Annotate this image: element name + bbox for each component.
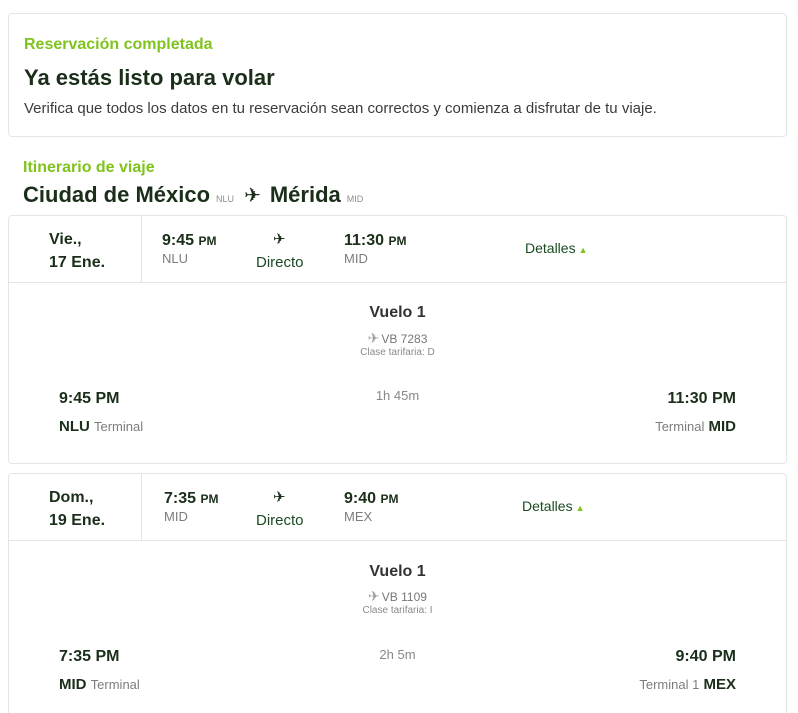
segment-date: Vie., 17 Ene.	[9, 216, 142, 283]
airplane-icon: ✈	[273, 489, 286, 506]
fare-class: Clase tarifaria: D	[360, 347, 435, 358]
confirmation-title: Ya estás listo para volar	[24, 65, 275, 90]
origin-airport: MID Terminal	[59, 676, 140, 693]
segment-date-label: 17 Ene.	[49, 254, 106, 271]
arrival-time: 9:40 PM	[344, 490, 399, 507]
origin-city: Ciudad de México	[23, 182, 211, 207]
airplane-icon: ✈	[244, 185, 261, 207]
flight-segment-1: Vie., 17 Ene. 9:45 PM NLU ✈ Directo 11:3…	[8, 215, 787, 464]
airplane-icon: ✈	[367, 330, 380, 346]
airplane-icon: ✈	[273, 231, 286, 248]
flight-duration: 2h 5m	[379, 647, 416, 662]
itinerary-route: Ciudad de México NLU ✈ Mérida MID	[23, 182, 373, 208]
departure-code: NLU	[162, 251, 189, 266]
flight-number: ✈ VB 7283	[367, 330, 428, 346]
origin-time: 9:45 PM	[59, 390, 120, 407]
fare-class: Clase tarifaria: I	[362, 605, 433, 616]
destination-terminal: Terminal 1	[639, 677, 700, 692]
origin-terminal: Terminal	[90, 677, 140, 692]
stops-label: Directo	[256, 254, 304, 271]
destination-time: 9:40 PM	[675, 648, 736, 665]
airplane-icon: ✈	[368, 588, 380, 604]
origin-terminal: Terminal	[94, 419, 144, 434]
flight-segment-2: Dom., 19 Ene. 7:35 PM MID ✈ Directo 9:40…	[8, 473, 787, 713]
destination-terminal: Terminal	[655, 419, 705, 434]
itinerary-kicker: Itinerario de viaje	[23, 159, 155, 176]
segment-summary: Dom., 19 Ene. 7:35 PM MID ✈ Directo 9:40…	[9, 474, 786, 541]
confirmation-card: Reservación completada Ya estás listo pa…	[8, 13, 787, 137]
origin-time: 7:35 PM	[59, 648, 120, 665]
segment-date-label: 19 Ene.	[49, 512, 106, 529]
arrival-time: 11:30 PM	[344, 232, 407, 249]
confirmation-kicker: Reservación completada	[24, 36, 213, 53]
departure-time: 7:35 PM	[164, 490, 219, 507]
origin-code: NLU	[216, 194, 235, 204]
departure-time: 9:45 PM	[162, 232, 217, 249]
confirmation-description: Verifica que todos los datos en tu reser…	[24, 100, 657, 117]
segment-summary: Vie., 17 Ene. 9:45 PM NLU ✈ Directo 11:3…	[9, 216, 786, 283]
segment-day: Dom.,	[49, 489, 94, 506]
details-toggle[interactable]: Detalles ▲	[525, 240, 588, 256]
segment-day: Vie.,	[49, 231, 82, 248]
arrival-code: MEX	[344, 509, 373, 524]
segment-date: Dom., 19 Ene.	[9, 474, 142, 541]
details-toggle[interactable]: Detalles ▲	[522, 498, 585, 514]
destination-code: MID	[346, 194, 364, 204]
departure-code: MID	[164, 509, 188, 524]
caret-up-icon: ▲	[578, 245, 588, 255]
destination-airport: Terminal MID	[655, 418, 736, 435]
flight-title: Vuelo 1	[369, 563, 426, 580]
flight-title: Vuelo 1	[369, 304, 426, 321]
origin-airport: NLU Terminal	[59, 418, 144, 435]
stops-label: Directo	[256, 512, 304, 529]
arrival-code: MID	[344, 251, 368, 266]
flight-number: ✈ VB 1109	[368, 588, 427, 604]
destination-city: Mérida	[269, 182, 341, 207]
caret-up-icon: ▲	[575, 503, 585, 513]
destination-time: 11:30 PM	[667, 390, 736, 407]
destination-airport: Terminal 1 MEX	[639, 676, 736, 693]
